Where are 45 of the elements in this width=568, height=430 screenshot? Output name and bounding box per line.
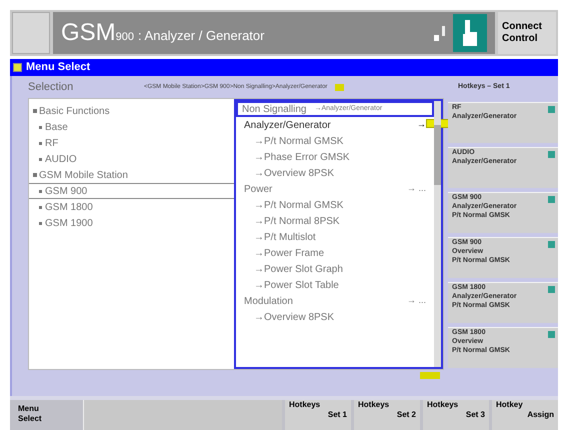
arrow-icon: → ... (406, 294, 426, 308)
scrollbar[interactable] (434, 101, 441, 367)
tree-item[interactable]: →Phase Error GMSK (236, 149, 434, 165)
tree-item[interactable]: Power (244, 182, 272, 196)
tree-item[interactable]: Modulation (244, 294, 293, 308)
status-icon (548, 286, 555, 293)
arrow-icon: → (417, 118, 426, 132)
arrow-icon: → ... (406, 182, 426, 196)
menu-select-label: Menu Select (17, 403, 43, 425)
tree-item[interactable]: →Overview 8PSK (236, 165, 434, 181)
tree-item[interactable]: GSM 1800 (29, 199, 234, 215)
status-icon (548, 196, 555, 203)
hotkey-button[interactable]: Hotkeys Set 2 (354, 400, 420, 430)
tree-item[interactable]: →P/t Normal GMSK (236, 133, 434, 149)
status-icon (548, 106, 555, 113)
tree-item[interactable]: RF (29, 135, 234, 151)
tree-item[interactable]: Analyzer/Generator (244, 118, 331, 132)
tree-item[interactable]: →Power Slot Graph (236, 261, 434, 277)
tree-item[interactable]: GSM Mobile Station (29, 167, 234, 183)
status-icon (548, 151, 555, 158)
tree-item[interactable]: →P/t Normal 8PSK (236, 213, 434, 229)
tree-item[interactable]: AUDIO (29, 151, 234, 167)
hand-icon[interactable] (453, 14, 487, 52)
status-icon (548, 241, 555, 248)
tree-item[interactable]: GSM 1900 (29, 215, 234, 231)
marker-icon (420, 372, 440, 379)
hotkey-button[interactable]: Hotkey Assign (492, 400, 558, 430)
menu-icon (13, 63, 22, 72)
tree-header[interactable]: Non Signalling (242, 102, 306, 116)
tree-item[interactable]: →Power Frame (236, 245, 434, 261)
hotkey-button[interactable]: Hotkeys Set 1 (285, 400, 351, 430)
menu-title: Menu Select (26, 60, 90, 76)
tree-item[interactable]: Base (29, 119, 234, 135)
tree-item[interactable]: →Power Slot Table (236, 277, 434, 293)
tree-item[interactable]: →Overview 8PSK (236, 309, 434, 325)
tree-item[interactable]: →P/t Normal GMSK (236, 197, 434, 213)
instrument-title: GSM900 : Analyzer / Generator (61, 18, 264, 48)
connect-control-button[interactable]: Connect Control (498, 12, 556, 54)
tree-item[interactable]: →P/t Multislot (236, 229, 434, 245)
status-icon (548, 331, 555, 338)
tree-item[interactable]: GSM 900 (29, 183, 234, 199)
hotkey-button[interactable]: Hotkeys Set 3 (423, 400, 489, 430)
selection-label: Selection (28, 80, 74, 95)
marker-icon (335, 84, 344, 90)
tree-item[interactable]: Basic Functions (29, 103, 234, 119)
